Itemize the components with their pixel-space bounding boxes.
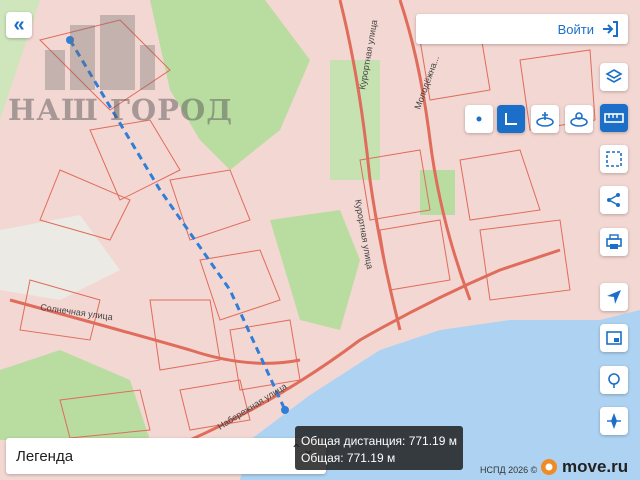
measure-tooltip: Общая дистанция: 771.19 м Общая: 771.19 … bbox=[295, 426, 463, 470]
compass-icon bbox=[607, 413, 621, 429]
logo-text: move.ru bbox=[562, 457, 629, 476]
location-arrow-icon bbox=[607, 290, 621, 304]
route-end-point bbox=[281, 406, 289, 414]
distance-mode-button[interactable] bbox=[497, 105, 525, 133]
locate-button[interactable] bbox=[600, 283, 628, 311]
measure-partial: Общая: 771.19 м bbox=[301, 451, 396, 465]
measure-button[interactable] bbox=[600, 104, 628, 132]
geo-search-button[interactable] bbox=[600, 366, 628, 394]
collapse-panel-button[interactable]: « bbox=[6, 12, 32, 38]
layers-icon bbox=[605, 69, 623, 83]
area-mode-button[interactable] bbox=[531, 105, 559, 133]
print-button[interactable] bbox=[600, 228, 628, 256]
select-area-icon bbox=[606, 151, 622, 167]
map-canvas[interactable]: Солнечная улица Набережная улица Курортн… bbox=[0, 0, 640, 480]
print-icon bbox=[606, 234, 622, 249]
select-area-button[interactable] bbox=[600, 145, 628, 173]
nspd-copyright: НСПД 2026 © bbox=[480, 465, 538, 475]
login-label: Войти bbox=[557, 22, 594, 37]
layers-button[interactable] bbox=[600, 63, 628, 91]
watermark-text: НАШ ГОРОД bbox=[8, 93, 234, 127]
move-ru-logo: move.ru bbox=[540, 455, 640, 479]
legend-label: Легенда bbox=[16, 448, 74, 465]
compass-button[interactable] bbox=[600, 407, 628, 435]
ruler-l-icon bbox=[505, 113, 517, 125]
legend-select[interactable]: Легенда ⌃⌄ bbox=[6, 438, 326, 474]
ruler-icon bbox=[604, 113, 624, 123]
card-icon bbox=[606, 331, 622, 345]
dot-icon bbox=[476, 116, 482, 122]
radius-icon bbox=[570, 112, 588, 127]
login-arrow-icon bbox=[603, 21, 618, 37]
point-mode-button[interactable] bbox=[465, 105, 493, 133]
geo-search-icon bbox=[608, 373, 620, 388]
area-icon bbox=[536, 112, 554, 127]
radius-mode-button[interactable] bbox=[565, 105, 593, 133]
share-button[interactable] bbox=[600, 186, 628, 214]
share-icon bbox=[607, 193, 620, 207]
card-button[interactable] bbox=[600, 324, 628, 352]
move-logo-icon bbox=[541, 459, 557, 475]
double-chevron-left-icon: « bbox=[13, 13, 25, 36]
login-button[interactable]: Войти bbox=[416, 14, 628, 44]
measure-total: Общая дистанция: 771.19 м bbox=[301, 434, 457, 448]
